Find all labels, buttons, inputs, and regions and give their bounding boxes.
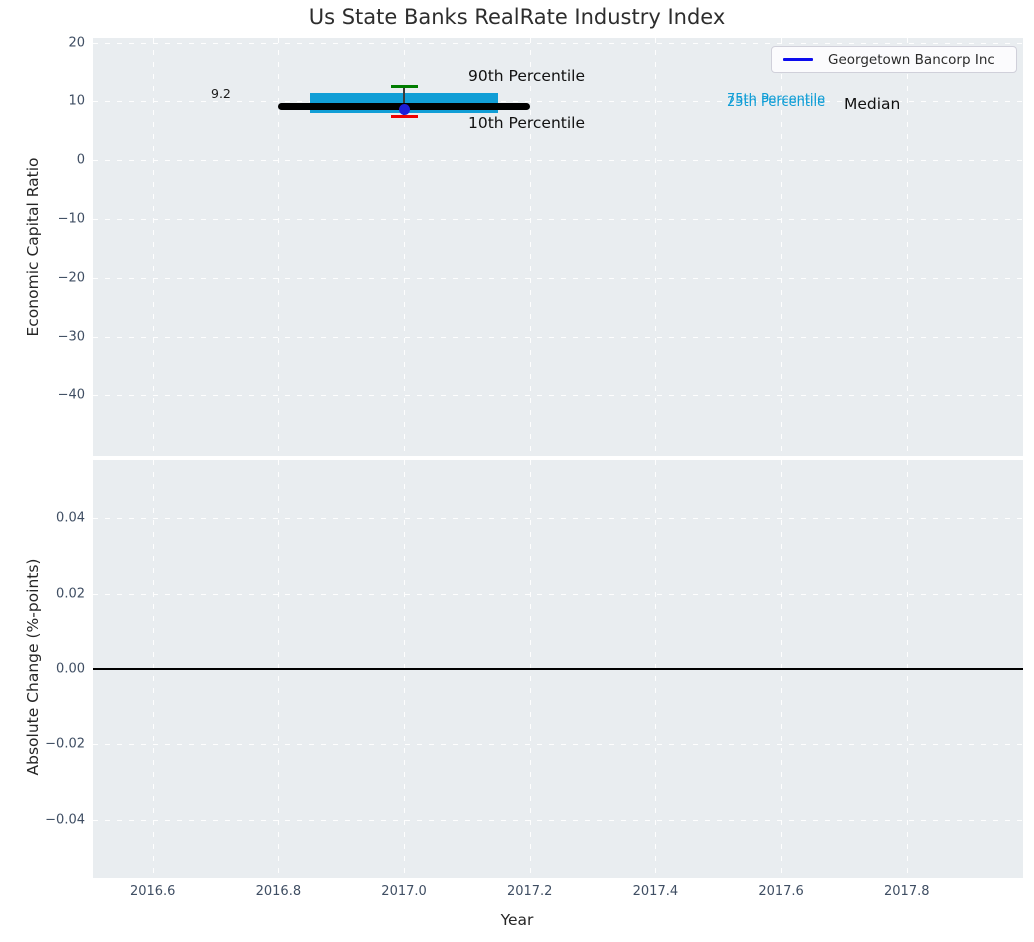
- median-value-label: 9.2: [211, 86, 231, 101]
- y-tick-label: −40: [57, 387, 85, 403]
- chart-figure: Us State Banks RealRate Industry Index G…: [0, 0, 1034, 942]
- company-data-point: [398, 104, 410, 116]
- legend: Georgetown Bancorp Inc: [771, 46, 1017, 73]
- y-tick-label: −10: [57, 211, 85, 227]
- annotation-25th-percentile: 25th Percentile: [727, 95, 826, 110]
- zero-line: [93, 668, 1023, 670]
- y-axis-label-top: Economic Capital Ratio: [24, 157, 42, 337]
- y-tick-label: −20: [57, 270, 85, 286]
- x-tick-label: 2017.8: [884, 884, 930, 899]
- gridline-horizontal: [93, 395, 1023, 397]
- y-tick-label: 20: [68, 35, 85, 51]
- x-tick-label: 2017.4: [632, 884, 679, 899]
- annotation-median: Median: [844, 95, 901, 113]
- gridline-horizontal: [93, 160, 1023, 162]
- y-tick-label: 10: [68, 93, 85, 109]
- gridline-horizontal: [93, 42, 1023, 44]
- gridline-horizontal: [93, 219, 1023, 221]
- y-tick-label: 0.04: [56, 510, 85, 526]
- legend-label: Georgetown Bancorp Inc: [828, 51, 995, 68]
- gridline-horizontal: [93, 593, 1023, 595]
- gridline-horizontal: [93, 277, 1023, 279]
- x-axis-label: Year: [500, 911, 534, 929]
- chart-title: Us State Banks RealRate Industry Index: [308, 5, 726, 29]
- y-tick-label: −30: [57, 329, 85, 345]
- annotation-90th-percentile: 90th Percentile: [468, 67, 586, 85]
- p10-cap: [390, 115, 418, 119]
- y-tick-label: 0.02: [56, 586, 85, 602]
- y-tick-label: −0.02: [45, 736, 85, 752]
- annotation-10th-percentile: 10th Percentile: [468, 114, 586, 132]
- gridline-horizontal: [93, 744, 1023, 746]
- x-tick-label: 2016.8: [255, 884, 302, 899]
- x-tick-label: 2017.6: [758, 884, 804, 899]
- y-tick-label: 0.00: [56, 661, 85, 677]
- gridline-horizontal: [93, 518, 1023, 520]
- gridline-horizontal: [93, 819, 1023, 821]
- x-tick-label: 2016.6: [129, 884, 176, 899]
- y-tick-label: 0: [76, 152, 85, 168]
- x-tick-label: 2017.0: [381, 884, 427, 899]
- legend-line-swatch: [783, 58, 813, 61]
- gridline-horizontal: [93, 336, 1023, 338]
- p90-cap: [390, 84, 418, 88]
- x-tick-label: 2017.2: [506, 884, 553, 899]
- y-tick-label: −0.04: [45, 812, 85, 828]
